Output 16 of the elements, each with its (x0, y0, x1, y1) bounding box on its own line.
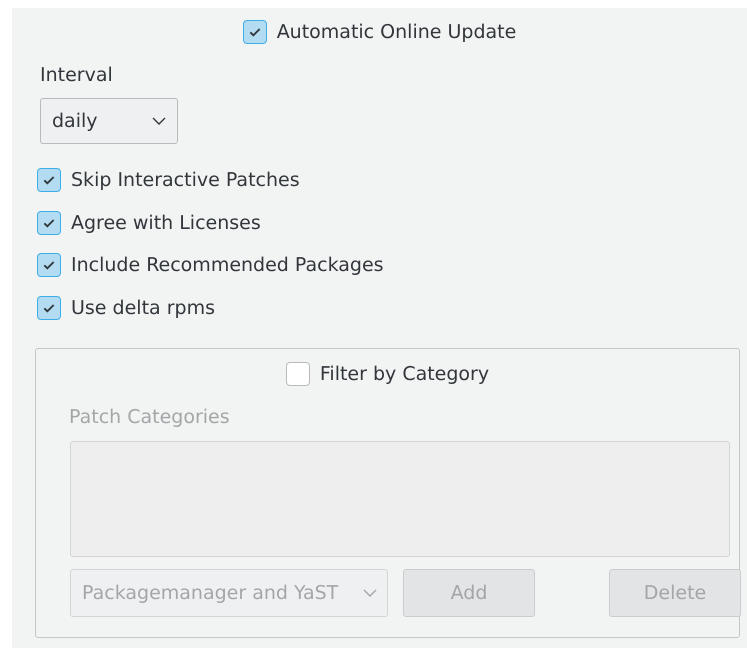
checkbox[interactable] (37, 168, 61, 192)
checkbox-label: Automatic Online Update (276, 20, 516, 45)
checkbox[interactable] (37, 210, 61, 235)
checkbox-label: Agree with Licenses (71, 210, 261, 236)
chevron-down-icon (363, 589, 377, 597)
checkbox-label: Skip Interactive Patches (71, 168, 300, 193)
checkbox-label: Filter by Category (320, 362, 490, 387)
checkbox[interactable] (242, 20, 267, 44)
list-label: Patch Categories (69, 404, 231, 430)
interval-dropdown[interactable]: daily (40, 98, 178, 144)
chevron-down-icon (152, 117, 166, 125)
checkbox[interactable] (37, 253, 61, 278)
checkbox-label: Use delta rpms (71, 296, 215, 320)
checkbox[interactable] (37, 296, 61, 320)
checkbox-label: Include Recommended Packages (71, 253, 384, 278)
field-label: Interval (40, 62, 114, 88)
